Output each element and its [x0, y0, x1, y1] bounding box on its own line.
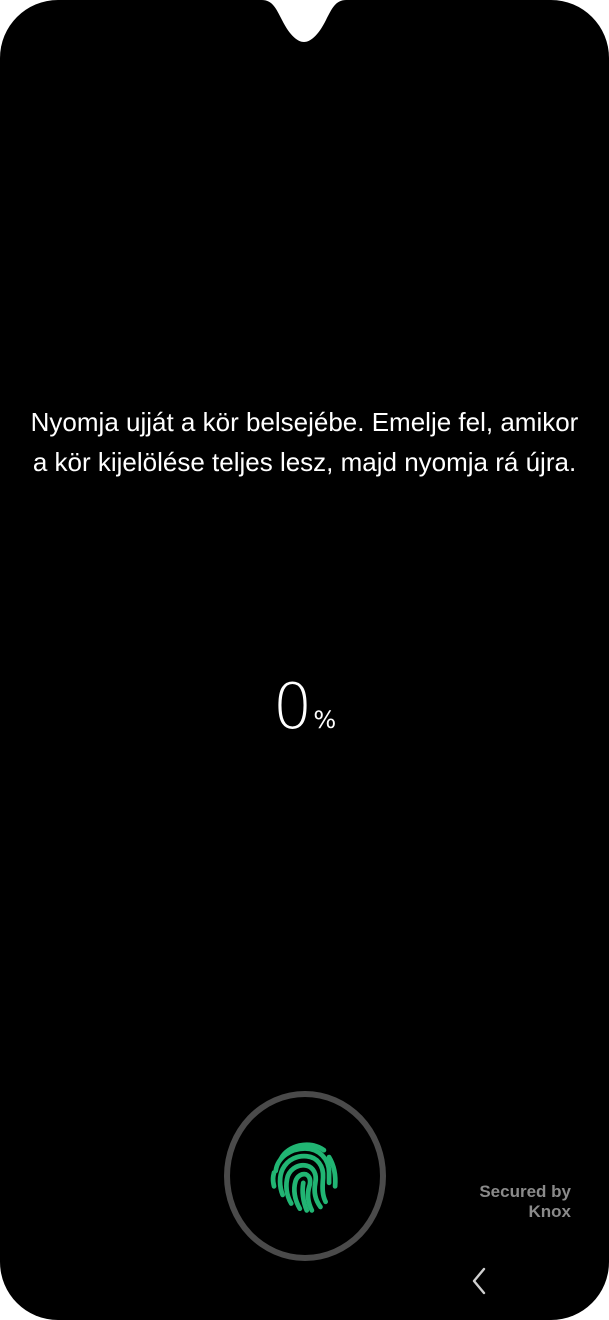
- phone-screen: Nyomja ujját a kör belsejébe. Emelje fel…: [0, 0, 609, 1320]
- progress-value: 0: [272, 670, 312, 743]
- chevron-left-icon: [472, 1267, 486, 1295]
- camera-notch: [262, 0, 346, 42]
- enrollment-progress: 0%: [0, 670, 609, 743]
- back-button[interactable]: [464, 1264, 494, 1298]
- fingerprint-icon: [270, 1142, 338, 1213]
- progress-unit: %: [313, 706, 337, 734]
- enrollment-instruction: Nyomja ujját a kör belsejébe. Emelje fel…: [30, 407, 579, 477]
- secured-by-label: Secured by: [479, 1182, 571, 1201]
- fingerprint-sensor-area[interactable]: [224, 1091, 386, 1261]
- knox-label: Knox: [528, 1202, 572, 1221]
- secured-by-knox: Secured by Knox: [431, 1182, 571, 1222]
